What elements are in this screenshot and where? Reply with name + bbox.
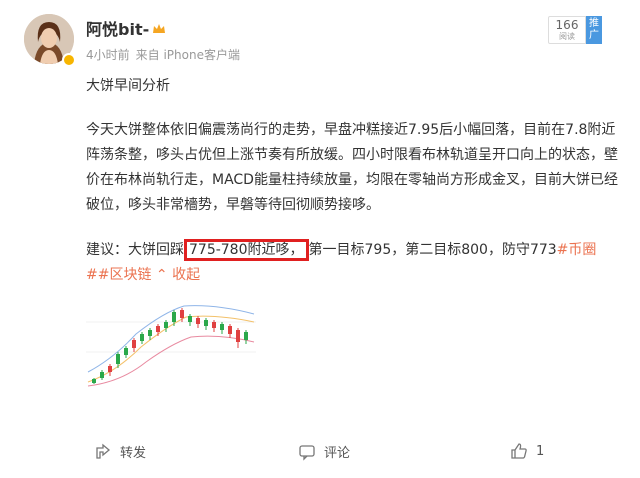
post-source: 来自 iPhone客户端 — [135, 48, 240, 62]
highlight-box: 775-780附近哆， — [184, 239, 309, 261]
like-button[interactable]: 1 — [510, 442, 544, 460]
read-count: 166 — [555, 18, 579, 32]
crown-icon — [153, 24, 166, 33]
read-label: 阅读 — [559, 32, 575, 41]
collapse-link[interactable]: ⌃ 收起 — [156, 267, 200, 283]
collapse-label: 收起 — [172, 267, 201, 283]
post-meta: 4小时前 来自 iPhone客户端 — [86, 46, 246, 63]
weibo-post-card: 阿悦bit- 4小时前 来自 iPhone客户端 166 阅读 推广 大饼早间分析… — [0, 0, 640, 478]
suggest-rest: 第一目标795，第二目标800，防守773 — [308, 242, 557, 258]
comment-label: 评论 — [324, 446, 351, 461]
repost-button[interactable]: 转发 — [94, 442, 146, 461]
suggest-highlight: 775-780附近哆， — [189, 242, 304, 258]
tag-link-blockchain[interactable]: ##区块链 — [86, 267, 151, 283]
post-title: 大饼早间分析 — [86, 78, 170, 94]
author-name[interactable]: 阿悦bit- — [86, 16, 166, 40]
read-count-box: 166 阅读 — [548, 16, 586, 44]
repost-icon — [96, 443, 111, 459]
comment-icon — [299, 444, 315, 461]
chart-thumbnail[interactable] — [86, 292, 256, 388]
promote-button[interactable]: 推广 — [586, 16, 602, 44]
suggest-prefix: 建议：大饼回踩 — [86, 242, 184, 258]
verified-badge-icon — [62, 53, 76, 67]
post-time[interactable]: 4小时前 — [86, 48, 130, 62]
post-paragraph: 今天大饼整体依旧偏震荡尚行的走势，早盘冲糕接近7.95后小幅回落，目前在7.8附… — [86, 122, 618, 213]
post-suggestion: 建议：大饼回踩 775-780附近哆， 第一目标795，第二目标800，防守773#… — [86, 238, 626, 288]
repost-label: 转发 — [120, 446, 147, 461]
like-count: 1 — [536, 443, 545, 459]
comment-button[interactable]: 评论 — [298, 442, 350, 461]
like-icon — [511, 443, 527, 459]
action-bar: 转发 评论 1 — [0, 434, 640, 470]
tag-link-coin[interactable]: #币圈 — [557, 242, 597, 258]
